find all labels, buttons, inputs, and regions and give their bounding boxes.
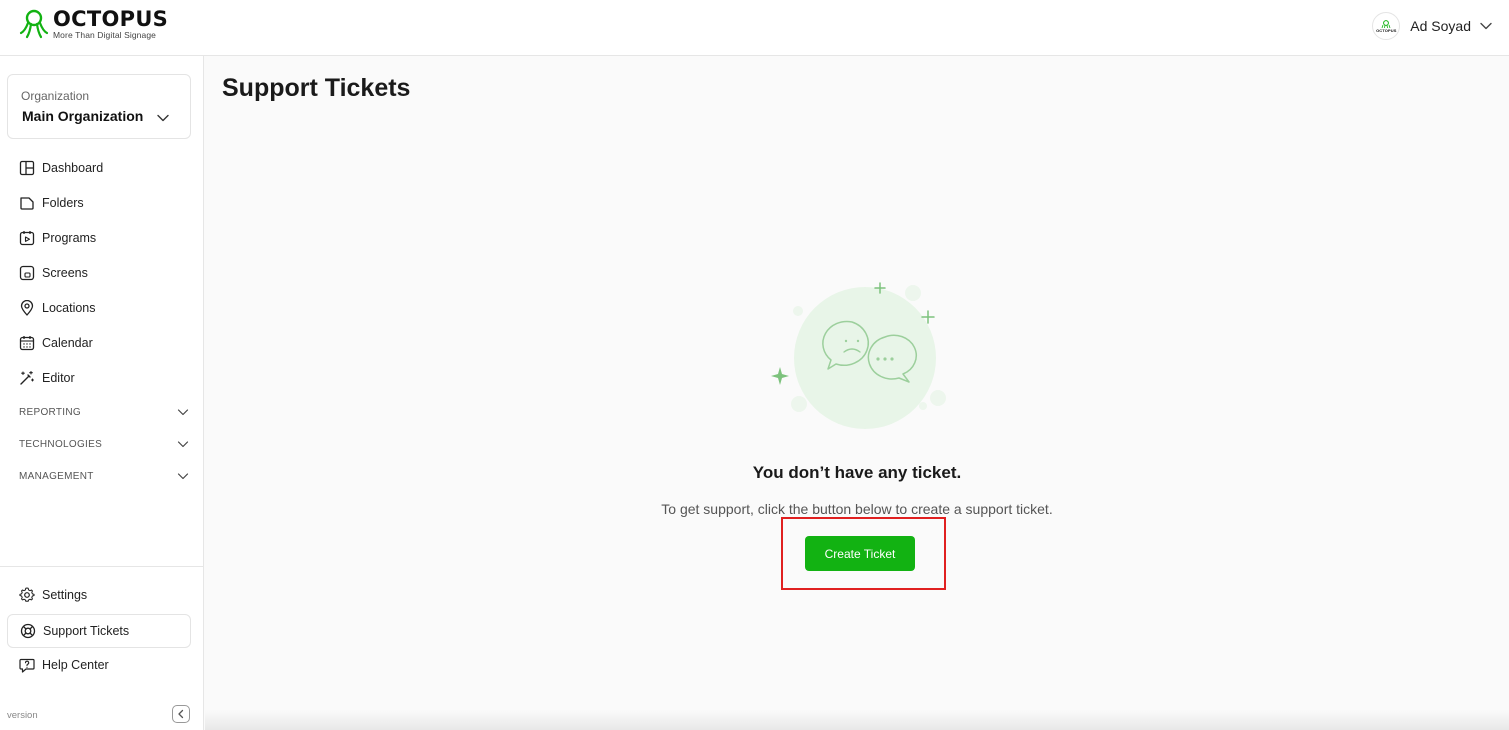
user-menu[interactable]: OCTOPUS Ad Soyad (1372, 12, 1493, 40)
sidebar-item-label: Editor (42, 371, 75, 385)
chevron-down-icon (177, 473, 189, 480)
empty-state-title: You don’t have any ticket. (752, 463, 962, 482)
sidebar-item-help-center[interactable]: Help Center (7, 648, 191, 682)
brand-logo[interactable]: OCTOPUS More Than Digital Signage (18, 9, 168, 40)
section-label: REPORTING (19, 406, 81, 418)
sidebar-item-calendar[interactable]: Calendar (7, 326, 191, 360)
sidebar-divider (0, 566, 204, 567)
sidebar-item-locations[interactable]: Locations (7, 291, 191, 325)
section-label: MANAGEMENT (19, 470, 94, 482)
sidebar-item-label: Dashboard (42, 161, 104, 175)
empty-state-subtitle: To get support, click the button below t… (661, 501, 1053, 517)
chevron-left-icon (178, 709, 184, 719)
sidebar-item-label: Folders (42, 196, 84, 210)
organization-label: Organization (21, 89, 90, 103)
sidebar-item-screens[interactable]: Screens (7, 256, 191, 290)
organization-selector[interactable]: Organization Main Organization (7, 74, 191, 139)
page-title: Support Tickets (222, 74, 411, 102)
chevron-down-icon (177, 441, 189, 448)
sidebar-section-technologies[interactable]: TECHNOLOGIES (19, 434, 191, 454)
avatar: OCTOPUS (1372, 12, 1401, 40)
top-bar: OCTOPUS More Than Digital Signage OCTOPU… (0, 0, 1509, 56)
screen-icon (19, 265, 35, 281)
chevron-down-icon (177, 409, 189, 416)
location-pin-icon (20, 300, 34, 316)
sidebar-item-label: Calendar (42, 336, 93, 350)
organization-value: Main Organization (22, 108, 144, 124)
octopus-logo-icon (19, 10, 49, 39)
sidebar-item-editor[interactable]: Editor (7, 361, 191, 395)
sidebar-item-label: Screens (42, 266, 88, 280)
user-name: Ad Soyad (1410, 18, 1471, 34)
section-label: TECHNOLOGIES (19, 438, 103, 450)
sidebar-item-label: Programs (42, 231, 97, 245)
brand-tagline: More Than Digital Signage (53, 30, 156, 40)
chat-bubbles-icon (771, 282, 946, 429)
chevron-down-icon (157, 114, 169, 122)
sidebar-item-programs[interactable]: Programs (7, 221, 191, 255)
version-label: version (7, 710, 38, 721)
sidebar: Organization Main Organization Dashboard… (0, 56, 204, 730)
avatar-logo-icon (1381, 19, 1391, 28)
sidebar-item-folders[interactable]: Folders (7, 186, 191, 220)
calendar-play-icon (19, 231, 35, 246)
sidebar-section-reporting[interactable]: REPORTING (19, 402, 191, 422)
lifebuoy-icon (20, 623, 36, 639)
help-bubble-icon (19, 658, 35, 673)
create-ticket-button[interactable]: Create Ticket (805, 536, 915, 571)
sidebar-item-label: Help Center (42, 658, 109, 672)
main-content: Support Tickets You don’t have any ticke… (205, 56, 1509, 730)
bottom-shadow (205, 710, 1509, 730)
sidebar-item-settings[interactable]: Settings (7, 578, 191, 612)
sidebar-item-support-tickets[interactable]: Support Tickets (7, 614, 191, 648)
chevron-down-icon (1480, 22, 1492, 30)
sidebar-item-label: Locations (42, 301, 96, 315)
magic-wand-icon (20, 370, 35, 385)
brand-name: OCTOPUS (53, 7, 169, 31)
layout-icon (19, 160, 35, 176)
sidebar-section-management[interactable]: MANAGEMENT (19, 466, 191, 486)
folder-icon (20, 197, 34, 210)
calendar-icon (19, 336, 35, 351)
sidebar-item-label: Support Tickets (43, 624, 130, 638)
sidebar-item-dashboard[interactable]: Dashboard (7, 151, 191, 185)
sidebar-item-label: Settings (42, 588, 88, 602)
collapse-sidebar-button[interactable] (172, 705, 190, 723)
avatar-text: OCTOPUS (1376, 27, 1397, 33)
gear-icon (19, 587, 35, 602)
